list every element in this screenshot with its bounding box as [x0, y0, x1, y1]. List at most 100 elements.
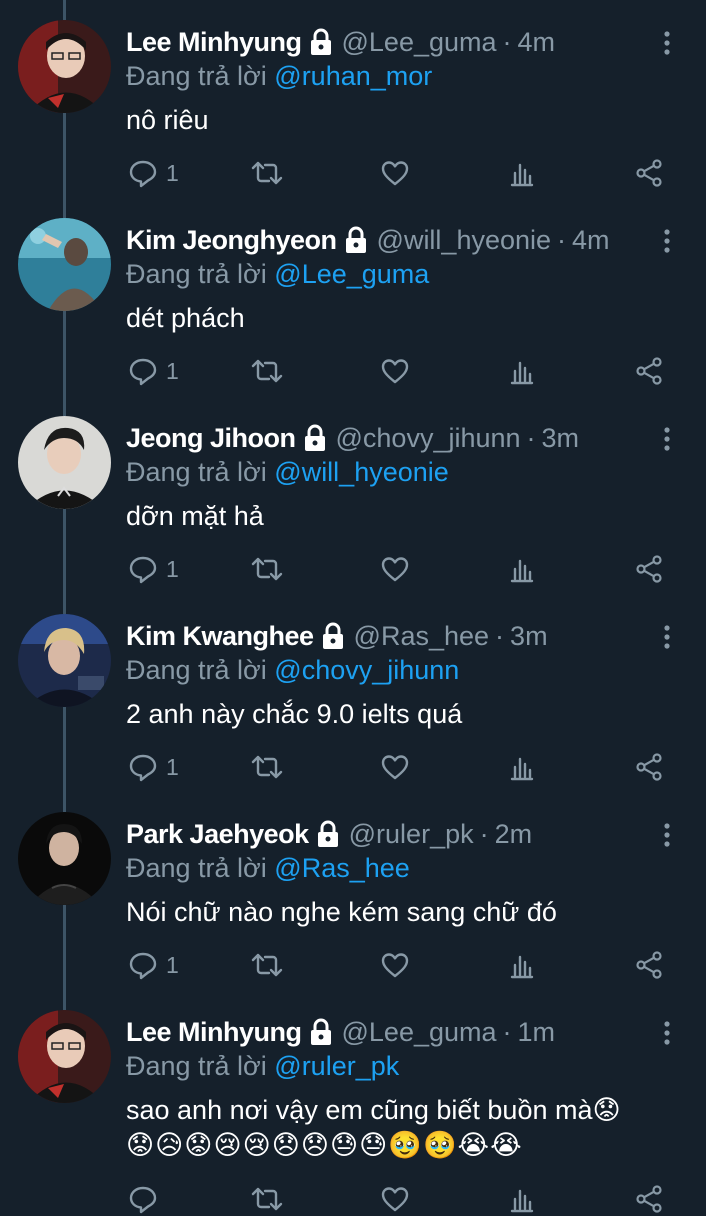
tweet[interactable]: Kim Jeonghyeon @will_hyeonie · 4m Đang t… [0, 198, 706, 396]
share-button[interactable] [634, 354, 664, 388]
timestamp[interactable]: 4m [518, 24, 556, 60]
mention-link[interactable]: @ruler_pk [274, 1051, 399, 1081]
reply-button[interactable]: 1 [128, 750, 179, 784]
display-name[interactable]: Jeong Jihoon [126, 420, 296, 456]
views-button[interactable] [508, 1182, 536, 1216]
display-name[interactable]: Lee Minhyung [126, 1014, 302, 1050]
views-button[interactable] [508, 750, 536, 784]
reply-icon [128, 356, 158, 386]
emoji-row: 😟😥😟😢😢😞😞😓😓🥹🥹😭😭 [126, 1130, 523, 1161]
tweet-header: Lee Minhyung @Lee_guma · 4m [126, 24, 555, 60]
retweet-button[interactable] [250, 948, 284, 982]
reply-button[interactable]: 1 [128, 156, 179, 190]
lock-icon [343, 226, 369, 254]
mention-link[interactable]: @chovy_jihunn [274, 655, 459, 685]
views-button[interactable] [508, 552, 536, 586]
avatar[interactable] [18, 1010, 111, 1103]
timestamp[interactable]: 1m [518, 1014, 556, 1050]
retweet-button[interactable] [250, 156, 284, 190]
avatar[interactable] [18, 416, 111, 509]
more-vertical-icon[interactable] [660, 624, 674, 652]
user-handle[interactable]: @will_hyeonie [377, 222, 552, 258]
display-name[interactable]: Kim Kwanghee [126, 618, 314, 654]
tweet-text: dỡn mặt hả [126, 498, 666, 534]
tweet[interactable]: Lee Minhyung @Lee_guma · 4m Đang trả lời… [0, 0, 706, 198]
like-button[interactable] [380, 354, 410, 388]
display-name[interactable]: Kim Jeonghyeon [126, 222, 337, 258]
tweet-text-content: Nói chữ nào nghe kém sang chữ đó [126, 897, 557, 927]
tweet[interactable]: Lee Minhyung @Lee_guma · 1m Đang trả lời… [0, 990, 706, 1214]
like-button[interactable] [380, 1182, 410, 1216]
replying-to: Đang trả lời @Ras_hee [126, 850, 410, 886]
user-handle[interactable]: @Lee_guma [342, 1014, 497, 1050]
replying-to-label: Đang trả lời [126, 61, 267, 91]
share-button[interactable] [634, 750, 664, 784]
tweet-text-content: nô riêu [126, 105, 209, 135]
tweet[interactable]: Jeong Jihoon @chovy_jihunn · 3m Đang trả… [0, 396, 706, 594]
retweet-icon [250, 1184, 284, 1214]
views-button[interactable] [508, 156, 536, 190]
more-vertical-icon[interactable] [660, 1020, 674, 1048]
share-button[interactable] [634, 156, 664, 190]
tweet-header: Kim Kwanghee @Ras_hee · 3m [126, 618, 548, 654]
tweet-actions: 1 [126, 552, 666, 586]
tweet[interactable]: Kim Kwanghee @Ras_hee · 3m Đang trả lời … [0, 594, 706, 792]
heart-icon [380, 554, 410, 584]
more-vertical-icon[interactable] [660, 426, 674, 454]
share-button[interactable] [634, 948, 664, 982]
user-handle[interactable]: @Ras_hee [354, 618, 490, 654]
retweet-button[interactable] [250, 354, 284, 388]
reply-button[interactable]: 1 [128, 354, 179, 388]
heart-icon [380, 752, 410, 782]
more-vertical-icon[interactable] [660, 822, 674, 850]
display-name[interactable]: Park Jaehyeok [126, 816, 309, 852]
views-button[interactable] [508, 948, 536, 982]
like-button[interactable] [380, 156, 410, 190]
avatar[interactable] [18, 20, 111, 113]
separator-dot: · [502, 27, 512, 57]
like-button[interactable] [380, 750, 410, 784]
user-handle[interactable]: @Lee_guma [342, 24, 497, 60]
retweet-icon [250, 158, 284, 188]
like-button[interactable] [380, 552, 410, 586]
share-button[interactable] [634, 552, 664, 586]
more-vertical-icon[interactable] [660, 228, 674, 256]
display-name[interactable]: Lee Minhyung [126, 24, 302, 60]
share-button[interactable] [634, 1182, 664, 1216]
avatar[interactable] [18, 812, 111, 905]
mention-link[interactable]: @Ras_hee [274, 853, 410, 883]
tweet[interactable]: Park Jaehyeok @ruler_pk · 2m Đang trả lờ… [0, 792, 706, 990]
reply-icon [128, 950, 158, 980]
user-handle[interactable]: @ruler_pk [349, 816, 474, 852]
more-vertical-icon[interactable] [660, 30, 674, 58]
heart-icon [380, 1184, 410, 1214]
retweet-button[interactable] [250, 1182, 284, 1216]
retweet-icon [250, 950, 284, 980]
reply-button[interactable]: 1 [128, 552, 179, 586]
reply-icon [128, 554, 158, 584]
heart-icon [380, 158, 410, 188]
timestamp[interactable]: 4m [572, 222, 610, 258]
mention-link[interactable]: @ruhan_mor [274, 61, 432, 91]
retweet-button[interactable] [250, 750, 284, 784]
separator-dot: · [557, 225, 567, 255]
lock-icon [302, 424, 328, 452]
reply-count: 1 [166, 951, 179, 978]
timestamp[interactable]: 2m [495, 816, 533, 852]
views-button[interactable] [508, 354, 536, 388]
tweet-actions: 1 [126, 156, 666, 190]
tweet-actions: 1 [126, 354, 666, 388]
tweet-text-content: dét phách [126, 303, 245, 333]
tweet-header: Park Jaehyeok @ruler_pk · 2m [126, 816, 532, 852]
avatar[interactable] [18, 614, 111, 707]
user-handle[interactable]: @chovy_jihunn [336, 420, 521, 456]
timestamp[interactable]: 3m [542, 420, 580, 456]
mention-link[interactable]: @will_hyeonie [274, 457, 449, 487]
avatar[interactable] [18, 218, 111, 311]
like-button[interactable] [380, 948, 410, 982]
timestamp[interactable]: 3m [510, 618, 548, 654]
reply-button[interactable]: 1 [128, 948, 179, 982]
mention-link[interactable]: @Lee_guma [274, 259, 429, 289]
reply-button[interactable] [128, 1182, 158, 1216]
retweet-button[interactable] [250, 552, 284, 586]
